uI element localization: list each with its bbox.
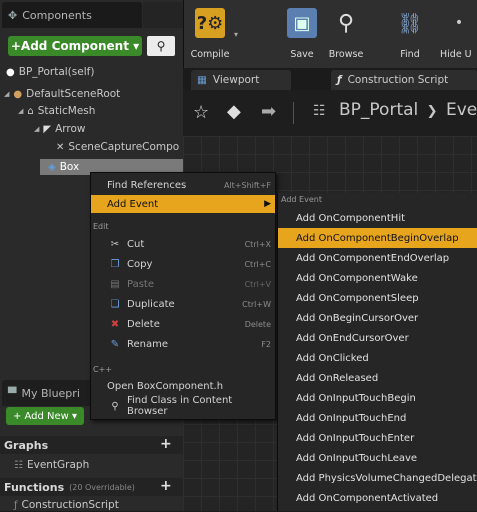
find-button[interactable]: ⛓ Find xyxy=(388,6,432,66)
function-icon: ƒ xyxy=(337,74,342,86)
menu-item-add-event[interactable]: Add Event ▶ xyxy=(91,195,275,213)
submenu-item[interactable]: Add OnInputTouchEnd xyxy=(278,408,477,428)
back-arrow-icon[interactable]: ◆ xyxy=(227,101,241,122)
expand-arrow-icon[interactable]: ◢ xyxy=(18,107,23,115)
expand-arrow-icon[interactable]: ◢ xyxy=(4,90,9,98)
browse-icon: ⚲ xyxy=(337,10,355,36)
submenu-item[interactable]: Add OnComponentHit xyxy=(278,208,477,228)
tab-construction-script[interactable]: ƒ Construction Script xyxy=(331,70,477,90)
toolbar: ?⚙ Compile ▾ ▣ Save ⚲ Browse ⛓ Find • Hi… xyxy=(183,0,477,68)
search-icon: ⚲ xyxy=(111,400,119,412)
components-tab-label: Components xyxy=(22,8,92,22)
submenu-item[interactable]: Add OnInputTouchBegin xyxy=(278,388,477,408)
add-new-button[interactable]: + Add New ▾ xyxy=(6,407,84,425)
components-icon: ✥ xyxy=(8,8,18,22)
blueprint-icon: ▀ xyxy=(8,386,17,400)
menu-item-find-references[interactable]: Find References Alt+Shift+F xyxy=(91,176,275,194)
graph-icon: ☷ xyxy=(14,459,23,471)
submenu-item[interactable]: Add OnComponentActivated xyxy=(278,488,477,508)
hide-unrelated-button[interactable]: • Hide U xyxy=(440,6,477,66)
submenu-item[interactable]: Add OnReleased xyxy=(278,368,477,388)
scissors-icon: ✂ xyxy=(110,238,120,250)
breadcrumb-separator: ❯ xyxy=(426,104,438,119)
compile-icon: ?⚙ xyxy=(195,8,225,38)
my-blueprint-tab[interactable]: ▀ My Bluepri xyxy=(2,380,92,406)
event-graph-item[interactable]: ☷ EventGraph xyxy=(14,457,89,473)
submenu-item[interactable]: Add OnComponentEndOverlap xyxy=(278,248,477,268)
function-icon: ƒ xyxy=(14,499,18,511)
submenu-item[interactable]: Add OnEndCursorOver xyxy=(278,328,477,348)
search-button[interactable]: ⚲ xyxy=(147,36,175,56)
star-icon[interactable]: ☆ xyxy=(193,102,209,123)
tree-item-self[interactable]: ● BP_Portal(self) xyxy=(6,64,94,80)
delete-icon: ✖ xyxy=(110,318,120,330)
functions-count: (20 Overridable) xyxy=(69,482,135,492)
duplicate-icon: ❏ xyxy=(110,298,120,310)
actor-icon: ● xyxy=(6,66,15,78)
menu-item-paste[interactable]: ▤ Paste Ctrl+V xyxy=(91,275,275,293)
hide-unrelated-icon: • xyxy=(454,15,464,31)
graph-icon: ☷ xyxy=(313,103,326,119)
components-tab[interactable]: ✥ Components xyxy=(2,2,142,28)
save-icon: ▣ xyxy=(287,8,317,38)
add-function-icon[interactable]: + xyxy=(160,478,172,494)
submenu-item[interactable]: Add OnComponentSleep xyxy=(278,288,477,308)
browse-button[interactable]: ⚲ Browse xyxy=(324,6,368,66)
static-mesh-icon: ⌂ xyxy=(27,105,34,117)
menu-item-find-class[interactable]: ⚲ Find Class in Content Browser xyxy=(91,395,275,417)
compile-options-icon[interactable]: ▾ xyxy=(234,30,238,39)
menu-item-cut[interactable]: ✂ Cut Ctrl+X xyxy=(91,235,275,253)
scene-capture-icon: ✕ xyxy=(56,141,65,153)
forward-arrow-icon[interactable]: ➡ xyxy=(261,101,276,122)
menu-item-copy[interactable]: ❐ Copy Ctrl+C xyxy=(91,255,275,273)
submenu-item[interactable]: Add OnClicked xyxy=(278,348,477,368)
rename-icon: ✎ xyxy=(110,338,120,350)
add-event-submenu: Add Event Add OnComponentHit Add OnCompo… xyxy=(277,193,477,511)
construction-script-item[interactable]: ƒ ConstructionScript xyxy=(14,498,119,512)
nav-divider xyxy=(293,102,294,124)
add-component-button[interactable]: +Add Component ▾ xyxy=(8,36,142,56)
cpp-category-label: C++ xyxy=(93,365,112,374)
tab-viewport[interactable]: ▦ Viewport xyxy=(191,70,291,90)
search-icon: ⚲ xyxy=(156,39,166,53)
arrow-component-icon: ◤ xyxy=(43,123,52,135)
save-button[interactable]: ▣ Save xyxy=(280,6,324,66)
breadcrumb-blueprint[interactable]: BP_Portal xyxy=(339,100,418,120)
paste-icon: ▤ xyxy=(110,278,120,290)
box-collision-icon: ◈ xyxy=(48,161,56,173)
tree-item-defaultsceneroot[interactable]: ◢ ● DefaultSceneRoot xyxy=(4,86,120,102)
submenu-item[interactable]: Add OnInputTouchLeave xyxy=(278,448,477,468)
graph-navigation-bar: ☆ ◆ ➡ ☷ BP_Portal ❯ Even xyxy=(183,90,477,136)
breadcrumb-graph[interactable]: Even xyxy=(446,100,477,120)
copy-icon: ❐ xyxy=(110,258,120,270)
viewport-icon: ▦ xyxy=(197,74,207,86)
tree-item-staticmesh[interactable]: ◢ ⌂ StaticMesh xyxy=(18,103,95,119)
compile-button[interactable]: ?⚙ Compile xyxy=(188,6,232,66)
submenu-item[interactable]: Add PhysicsVolumeChangedDelegate xyxy=(278,468,477,488)
scene-root-icon: ● xyxy=(13,88,23,100)
tree-item-arrow[interactable]: ◢ ◤ Arrow xyxy=(34,121,86,137)
context-menu: Find References Alt+Shift+F Add Event ▶ … xyxy=(90,172,276,420)
tab-strip-filler xyxy=(143,2,183,28)
tree-item-scenecapture[interactable]: ✕ SceneCaptureCompo xyxy=(56,139,179,155)
breadcrumb: BP_Portal ❯ Even xyxy=(339,100,477,120)
menu-item-open-header[interactable]: Open BoxComponent.h xyxy=(91,377,275,395)
find-icon: ⛓ xyxy=(397,11,423,35)
expand-arrow-icon[interactable]: ◢ xyxy=(34,125,39,133)
editor-tab-strip: ▦ Viewport ƒ Construction Script xyxy=(183,68,477,90)
graphs-section[interactable]: Graphs + xyxy=(0,436,183,454)
add-graph-icon[interactable]: + xyxy=(160,436,172,452)
submenu-item[interactable]: Add OnInputTouchEnter xyxy=(278,428,477,448)
submenu-arrow-icon: ▶ xyxy=(264,199,271,209)
menu-item-delete[interactable]: ✖ Delete Delete xyxy=(91,315,275,333)
submenu-item[interactable]: Add OnComponentBeginOverlap xyxy=(278,228,477,248)
submenu-item[interactable]: Add OnComponentWake xyxy=(278,268,477,288)
menu-item-duplicate[interactable]: ❏ Duplicate Ctrl+W xyxy=(91,295,275,313)
submenu-item[interactable]: Add OnBeginCursorOver xyxy=(278,308,477,328)
menu-item-rename[interactable]: ✎ Rename F2 xyxy=(91,335,275,353)
edit-category-label: Edit xyxy=(93,222,109,231)
submenu-header: Add Event xyxy=(281,195,322,204)
functions-section[interactable]: Functions (20 Overridable) + xyxy=(0,478,183,496)
